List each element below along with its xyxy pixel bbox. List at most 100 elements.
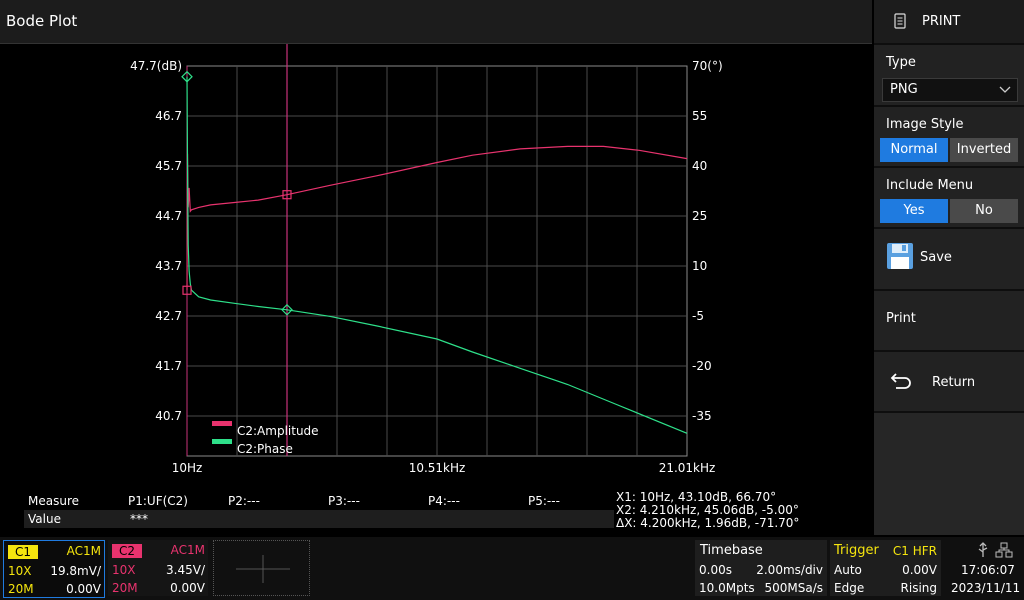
y-right-tick-label: 55 [692,109,707,123]
trigger-slope: Rising [900,581,937,595]
page-title: Bode Plot [6,12,78,30]
print-button[interactable]: Print [874,291,1024,352]
cursor-x1-readout: X1: 10Hz, 43.10dB, 66.70° [616,490,777,504]
legend-swatch [212,421,232,426]
y-right-tick-label: 25 [692,209,707,223]
y-left-tick-label: 43.7 [155,259,182,273]
timebase-scale: 2.00ms/div [756,563,823,577]
status-bar: C1 AC1M 10X 19.8mV/ 20M 0.00V C2 AC1M 10… [0,537,1024,600]
include-menu-label: Include Menu [886,178,974,193]
plot-curves [181,44,688,456]
y-left-tick-label: 45.7 [155,159,182,173]
legend-swatch [212,439,232,444]
timebase-rate: 500MSa/s [764,581,823,595]
y-right-tick-label: -5 [692,309,704,323]
channel-1-offset: 0.00V [66,582,101,596]
channel-2-badge: C2 [112,544,142,558]
add-channel-button[interactable] [213,540,310,596]
title-bar: Bode Plot [0,0,872,44]
include-menu-yes-button[interactable]: Yes [880,199,948,223]
include-menu-box: Include Menu Yes No [874,168,1024,229]
clock-date: 2023/11/11 [951,581,1021,595]
y-right-tick-label: 40 [692,159,707,173]
plot-legend: C2:Amplitude C2:Phase [212,421,319,456]
value-label: Value [28,512,61,526]
y-left-tick-label: 46.7 [155,109,182,123]
image-style-label: Image Style [886,117,964,132]
cursor-x2-readout: X2: 4.210kHz, 45.06dB, -5.00° [616,503,799,517]
include-menu-no-button[interactable]: No [950,199,1018,223]
type-select-box: Type PNG [874,45,1024,107]
bode-plot: 47.7(dB) 70(°) 46.7 55 45.7 40 44.7 25 43.7 10 42.… [130,44,723,475]
type-select[interactable]: PNG [882,78,1018,102]
y-right-tick-label: 70(°) [692,59,723,73]
channel-2-offset: 0.00V [170,581,205,595]
channel-2-bandwidth: 20M [112,581,138,595]
measure-p4[interactable]: P4:--- [428,494,460,508]
y-right-tick-label: -35 [692,409,712,423]
measure-value-row [24,510,614,528]
y-left-tick-label: 41.7 [155,359,182,373]
save-label: Save [920,250,952,265]
trigger-box[interactable]: Trigger C1 HFR Auto 0.00V Edge Rising [830,540,941,596]
trigger-mode: Auto [834,563,862,577]
cursor-dx-readout: ΔX: 4.200kHz, 1.96dB, -71.70° [616,516,800,530]
timebase-box[interactable]: Timebase 0.00s 2.00ms/div 10.0Mpts 500MS… [695,540,827,596]
channel-2-coupling: AC1M [170,543,205,557]
channel-2-scale: 3.45V/ [166,563,205,577]
trigger-label: Trigger [834,543,879,558]
image-style-box: Image Style Normal Inverted [874,107,1024,168]
clock-box: 17:06:07 2023/11/11 [945,540,1023,596]
measure-panel: Measure P1:UF(C2) P2:--- P3:--- P4:--- P… [0,490,872,534]
channel-1-bandwidth: 20M [8,582,34,596]
channel-1-badge: C1 [8,545,38,559]
plot-grid [186,65,688,457]
return-icon [890,373,911,389]
channel-1-coupling: AC1M [66,544,101,558]
document-icon [894,13,906,29]
save-button[interactable]: Save [874,229,1024,291]
x-tick-label: 10.51kHz [409,461,466,475]
measure-p5[interactable]: P5:--- [528,494,560,508]
channel-1-probe: 10X [8,564,32,578]
print-menu: PRINT Type PNG Image Style Normal Invert… [874,0,1024,535]
y-left-tick-label: 42.7 [155,309,182,323]
plot-ticks: 47.7(dB) 70(°) 46.7 55 45.7 40 44.7 25 43.7 10 42.… [130,59,723,475]
image-style-inverted-button[interactable]: Inverted [950,138,1018,162]
return-button[interactable]: Return [874,352,1024,413]
measure-p3[interactable]: P3:--- [328,494,360,508]
measure-p2[interactable]: P2:--- [228,494,260,508]
y-right-tick-label: -20 [692,359,712,373]
type-label: Type [886,55,916,70]
y-right-tick-label: 10 [692,259,707,273]
trigger-level: 0.00V [902,563,937,577]
print-label: Print [886,311,916,326]
plus-icon [236,555,290,583]
usb-icon [978,542,988,557]
clock-time: 17:06:07 [961,563,1015,577]
channel-2-probe: 10X [112,563,136,577]
channel-2-box[interactable]: C2 AC1M 10X 3.45V/ 20M 0.00V [108,540,208,596]
image-style-normal-button[interactable]: Normal [880,138,948,162]
floppy-disk-icon [887,243,913,269]
print-title: PRINT [922,14,961,29]
timebase-label: Timebase [700,543,763,558]
timebase-delay: 0.00s [699,563,732,577]
return-label: Return [932,375,976,390]
channel-1-box[interactable]: C1 AC1M 10X 19.8mV/ 20M 0.00V [3,540,105,598]
channel-1-scale: 19.8mV/ [50,564,101,578]
measure-p1[interactable]: P1:UF(C2) [128,494,188,508]
measure-label: Measure [28,494,79,508]
x-tick-label: 10Hz [172,461,203,475]
chevron-down-icon [999,86,1011,93]
y-left-tick-label: 44.7 [155,209,182,223]
y-left-tick-label: 40.7 [155,409,182,423]
print-header: PRINT [874,0,1024,45]
y-left-tick-label: 47.7(dB) [130,59,182,73]
trigger-type: Edge [834,581,865,595]
legend-label: C2:Amplitude [237,424,319,438]
network-icon [995,542,1013,558]
x-tick-label: 21.01kHz [659,461,716,475]
type-value: PNG [890,82,918,97]
legend-label: C2:Phase [237,442,293,456]
